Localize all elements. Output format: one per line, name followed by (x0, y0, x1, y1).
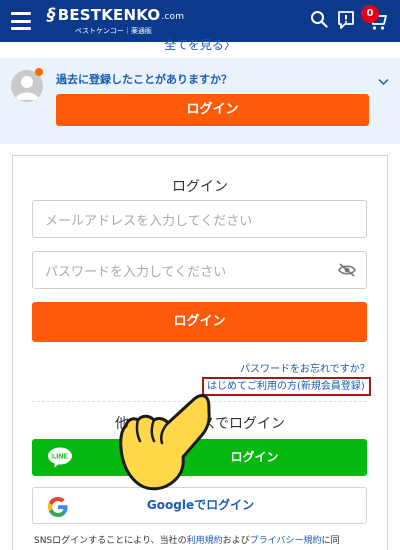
cart-count-badge: 0 (361, 5, 379, 23)
password-field[interactable]: パスワードを入力してください (32, 251, 367, 289)
header-bar: § BESTKENKO .com ベストケンコー｜薬通販 0 (0, 0, 400, 42)
sns-terms-note: SNSログインすることにより、当社の利用規約およびプライバシー規約に同 (34, 536, 340, 546)
site-logo[interactable]: § BESTKENKO .com ベストケンコー｜薬通販 (47, 5, 184, 36)
new-member-register-link[interactable]: はじめてご利用の方(新規会員登録) (202, 377, 371, 396)
line-login-label: ログイン (230, 450, 279, 464)
terms-link[interactable]: 利用規約 (187, 536, 223, 546)
email-field[interactable]: メールアドレスを入力してください (32, 200, 367, 238)
sns-title-right: スでログイン (201, 416, 285, 432)
chevron-down-icon[interactable] (378, 71, 389, 90)
logo-mark-icon: § (47, 5, 56, 25)
email-placeholder: メールアドレスを入力してください (45, 213, 253, 229)
forgot-password-link[interactable]: パスワードをお忘れですか？ (240, 360, 370, 375)
see-all-link[interactable]: 全てを見る〉 (0, 38, 400, 50)
login-button[interactable]: ログイン (32, 302, 367, 342)
privacy-link[interactable]: プライバシー規約 (250, 536, 322, 546)
notification-dot (35, 68, 43, 76)
login-title: ログイン (172, 179, 228, 195)
eye-slash-icon[interactable] (338, 262, 356, 281)
notice-icon[interactable] (336, 10, 356, 34)
past-login-button[interactable]: ログイン (56, 94, 369, 126)
search-icon[interactable] (310, 10, 328, 32)
past-registration-panel: 過去に登録したことがありますか？ ログイン (0, 58, 400, 144)
menu-icon[interactable] (11, 12, 31, 30)
password-placeholder: パスワードを入力してください (45, 264, 227, 280)
logo-text: BESTKENKO (57, 6, 161, 24)
past-registration-question: 過去に登録したことがありますか？ (56, 73, 232, 86)
logo-suffix: .com (161, 12, 185, 22)
logo-subtitle: ベストケンコー｜薬通販 (75, 27, 152, 35)
pointing-hand-icon (118, 393, 213, 493)
google-login-label: Googleでログイン (146, 498, 255, 512)
